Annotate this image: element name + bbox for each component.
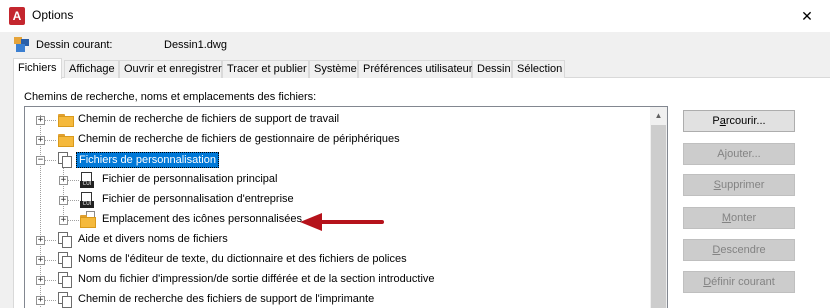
tree-item-label: Fichier de personnalisation principal bbox=[102, 173, 278, 185]
tree-item-label-selected: Fichiers de personnalisation bbox=[76, 152, 219, 168]
folder-icon bbox=[58, 133, 74, 147]
tree-item-label: Chemin de recherche de fichiers de gesti… bbox=[78, 133, 400, 145]
tree-item-label: Chemin de recherche des fichiers de supp… bbox=[78, 293, 375, 305]
expand-icon[interactable]: + bbox=[59, 176, 68, 185]
expand-icon[interactable]: + bbox=[59, 216, 68, 225]
pages-icon bbox=[58, 292, 72, 308]
tab-dessin[interactable]: Dessin bbox=[472, 60, 512, 78]
tree-item-label: Fichier de personnalisation d'entreprise bbox=[102, 193, 294, 205]
pages-icon bbox=[58, 272, 72, 288]
autocad-app-icon: A bbox=[9, 7, 25, 25]
tab-fichiers[interactable]: Fichiers bbox=[13, 58, 62, 79]
tab-ouvrir-enregistrer[interactable]: Ouvrir et enregistrer bbox=[119, 60, 222, 78]
cui-file-icon: CUI bbox=[80, 192, 94, 208]
vertical-scrollbar[interactable]: ▲ bbox=[650, 107, 667, 308]
pages-icon bbox=[58, 252, 72, 268]
move-up-button[interactable]: Monter bbox=[683, 207, 795, 229]
folder-icon bbox=[58, 113, 74, 127]
current-drawing-label: Dessin courant: bbox=[36, 39, 113, 51]
file-paths-tree[interactable]: + Chemin de recherche de fichiers de sup… bbox=[24, 106, 668, 308]
tree-item-label: Aide et divers noms de fichiers bbox=[78, 233, 228, 245]
tab-selection[interactable]: Sélection bbox=[512, 60, 565, 78]
pages-icon bbox=[58, 232, 72, 248]
window-title: Options bbox=[32, 8, 74, 22]
expand-icon[interactable]: + bbox=[36, 236, 45, 245]
scroll-up-icon[interactable]: ▲ bbox=[650, 107, 667, 124]
tree-item[interactable]: + CUI Fichier de personnalisation princi… bbox=[25, 170, 651, 190]
tree-item[interactable]: − Fichiers de personnalisation bbox=[25, 150, 651, 170]
cui-file-icon: CUI bbox=[80, 172, 94, 188]
title-bar: A Options ✕ bbox=[0, 0, 830, 32]
tree-item-label: Nom du fichier d'impression/de sortie di… bbox=[78, 273, 435, 285]
tree-item-label: Chemin de recherche de fichiers de suppo… bbox=[78, 113, 340, 125]
tree-item[interactable]: + Aide et divers noms de fichiers bbox=[25, 230, 651, 250]
drawing-icon bbox=[14, 37, 29, 52]
expand-icon[interactable]: + bbox=[36, 296, 45, 305]
current-drawing-name: Dessin1.dwg bbox=[164, 39, 227, 51]
tree-item[interactable]: + Nom du fichier d'impression/de sortie … bbox=[25, 270, 651, 290]
document-icon bbox=[58, 152, 72, 168]
tree-item[interactable]: + Chemin de recherche de fichiers de sup… bbox=[25, 110, 651, 130]
move-down-button[interactable]: Descendre bbox=[683, 239, 795, 261]
collapse-icon[interactable]: − bbox=[36, 156, 45, 165]
close-button[interactable]: ✕ bbox=[784, 0, 830, 32]
browse-button[interactable]: Parcourir... bbox=[683, 110, 795, 132]
tree-item[interactable]: + Chemin de recherche des fichiers de su… bbox=[25, 290, 651, 308]
scroll-thumb[interactable] bbox=[651, 125, 666, 308]
set-current-button[interactable]: Définir courant bbox=[683, 271, 795, 293]
remove-button[interactable]: Supprimer bbox=[683, 174, 795, 196]
tab-preferences-utilisateur[interactable]: Préférences utilisateur bbox=[358, 60, 472, 78]
folder-icon bbox=[80, 211, 96, 228]
expand-icon[interactable]: + bbox=[36, 256, 45, 265]
annotation-arrow-icon bbox=[300, 213, 384, 231]
expand-icon[interactable]: + bbox=[59, 196, 68, 205]
expand-icon[interactable]: + bbox=[36, 116, 45, 125]
add-button[interactable]: Ajouter... bbox=[683, 143, 795, 165]
tab-tracer-publier[interactable]: Tracer et publier bbox=[222, 60, 309, 78]
tree-item[interactable]: + Chemin de recherche de fichiers de ges… bbox=[25, 130, 651, 150]
tree-item-label: Noms de l'éditeur de texte, du dictionna… bbox=[78, 253, 407, 265]
expand-icon[interactable]: + bbox=[36, 136, 45, 145]
expand-icon[interactable]: + bbox=[36, 276, 45, 285]
tree-item-label: Emplacement des icônes personnalisées bbox=[102, 213, 302, 225]
tree-item[interactable]: + Noms de l'éditeur de texte, du diction… bbox=[25, 250, 651, 270]
tab-systeme[interactable]: Système bbox=[309, 60, 358, 78]
tree-item[interactable]: + CUI Fichier de personnalisation d'entr… bbox=[25, 190, 651, 210]
tab-affichage[interactable]: Affichage bbox=[64, 60, 119, 78]
section-label: Chemins de recherche, noms et emplacemen… bbox=[24, 91, 317, 103]
